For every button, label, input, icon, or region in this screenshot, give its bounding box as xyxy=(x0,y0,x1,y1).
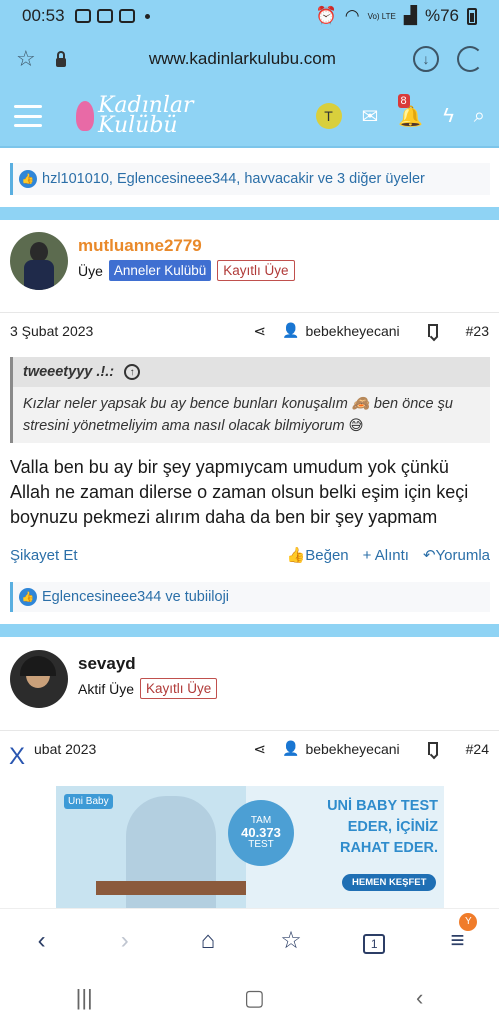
like-icon: 👍 xyxy=(19,170,37,188)
bookmark-icon[interactable] xyxy=(427,742,438,755)
logo-mark-icon xyxy=(76,101,94,131)
battery-icon xyxy=(467,7,477,25)
system-back-icon[interactable]: ‹ xyxy=(416,985,423,1011)
post-body: Valla ben bu ay bir şey yapmıycam umudum… xyxy=(10,457,469,527)
user-role: Aktif Üye xyxy=(78,680,135,697)
alarm-icon: ⏰ xyxy=(315,6,337,25)
browser-url-bar: ☆ www.kadinlarkulubu.com ↓ xyxy=(0,32,499,86)
ad-bench-image xyxy=(96,881,246,895)
avatar[interactable] xyxy=(10,232,68,290)
recent-apps-icon[interactable]: ||| xyxy=(76,985,93,1011)
tabs-button[interactable]: 1 xyxy=(354,927,394,955)
home-icon[interactable]: ⌂ xyxy=(188,927,228,955)
bolt-icon[interactable]: ϟ xyxy=(443,105,454,128)
search-icon[interactable]: ⌕ xyxy=(474,105,485,128)
arrow-up-icon[interactable]: ↑ xyxy=(124,364,141,380)
quote-button[interactable]: + Alıntı xyxy=(363,547,409,564)
lock-icon xyxy=(55,50,66,67)
like-button-icon[interactable]: 👍 xyxy=(287,546,306,564)
reactions-bar[interactable]: 👍 hzl101010, Eglencesineee344, havvacaki… xyxy=(10,163,490,195)
quote-author[interactable]: tweeetyyy .!.: xyxy=(23,364,114,380)
site-logo[interactable]: Kadınlar Kulübü xyxy=(76,95,194,138)
user-tag: Kayıtlı Üye xyxy=(217,260,295,281)
forward-icon[interactable]: › xyxy=(105,927,145,955)
dot-icon xyxy=(144,13,150,19)
reply-button[interactable]: Yorumla xyxy=(436,547,490,564)
bookmarks-icon[interactable]: ☆ xyxy=(271,926,311,955)
reactions-bar[interactable]: 👍 Eglencesineee344 ve tubiiloji xyxy=(10,582,490,612)
home-button-icon[interactable]: ▢ xyxy=(244,985,265,1011)
browser-bottom-nav: ‹ › ⌂ ☆ 1 ≡ Y xyxy=(0,908,499,972)
like-button[interactable]: Beğen xyxy=(305,547,348,564)
post-actions: Şikayet Et 👍 Beğen + Alıntı ↶ Yorumla xyxy=(10,544,490,566)
network-label: Vo) LTE xyxy=(367,11,396,21)
post-meta: ubat 2023 ⋖ 👤 bebekheyecani #24 xyxy=(0,730,499,766)
user-avatar[interactable]: T xyxy=(315,103,342,129)
app-icon xyxy=(118,9,135,23)
quote-text: Kızlar neler yapsak bu ay bence bunları … xyxy=(23,396,453,434)
gallery-icon xyxy=(74,9,91,23)
menu-icon[interactable] xyxy=(14,105,42,127)
user-icon: 👤 xyxy=(282,740,300,756)
share-icon[interactable]: ⋖ xyxy=(253,322,266,340)
status-time: 00:53 xyxy=(22,6,65,25)
system-nav-bar: ||| ▢ ‹ xyxy=(0,972,499,1024)
battery-text: %76 xyxy=(424,6,459,25)
report-button[interactable]: Şikayet Et xyxy=(10,547,273,564)
site-header: Kadınlar Kulübü T ✉ 8 🔔 ϟ ⌕ xyxy=(0,86,499,148)
quote-block: tweeetyyy .!.: ↑ Kızlar neler yapsak bu … xyxy=(10,357,490,443)
browser-menu-icon[interactable]: ≡ Y xyxy=(437,912,478,955)
author-ref[interactable]: bebekheyecani xyxy=(305,323,399,339)
post-meta: 3 Şubat 2023 ⋖ 👤 bebekheyecani #23 xyxy=(0,312,499,348)
url-text[interactable]: www.kadinlarkulubu.com xyxy=(90,49,395,69)
ad-cta-button[interactable]: HEMEN KEŞFET xyxy=(342,874,437,891)
post-separator xyxy=(0,207,499,220)
post-number[interactable]: #23 xyxy=(466,323,489,339)
bookmark-icon[interactable] xyxy=(427,324,438,337)
post-separator xyxy=(0,624,499,637)
alerts-badge: 8 xyxy=(397,94,410,108)
logo-line2: Kulübü xyxy=(98,113,178,138)
ad-close-button[interactable]: X xyxy=(0,740,34,774)
status-bar: 00:53 ⏰ ◠ Vo) LTE ▟ %76 xyxy=(0,0,499,32)
user-tag: Kayıtlı Üye xyxy=(140,678,218,699)
post-date[interactable]: ubat 2023 xyxy=(10,741,253,757)
reply-icon[interactable]: ↶ xyxy=(423,546,436,564)
share-icon[interactable]: ⋖ xyxy=(253,740,266,758)
signal-icon: ▟ xyxy=(403,6,417,25)
download-icon[interactable]: ↓ xyxy=(413,46,439,72)
user-role: Üye xyxy=(78,262,103,279)
advertisement-banner[interactable]: Uni Baby TAM 40.373 TEST UNİ BABY TEST E… xyxy=(56,786,444,908)
reload-icon[interactable] xyxy=(457,46,483,72)
bookmark-star-icon[interactable]: ☆ xyxy=(16,46,36,72)
author-ref[interactable]: bebekheyecani xyxy=(305,741,399,757)
mail-icon[interactable]: ✉ xyxy=(362,104,379,129)
reactions-text[interactable]: hzl101010, Eglencesineee344, havvacakir … xyxy=(42,171,425,187)
app-icon xyxy=(96,9,113,23)
like-icon: 👍 xyxy=(19,588,37,606)
menu-badge: Y xyxy=(459,912,478,931)
user-icon: 👤 xyxy=(282,322,300,338)
post-username[interactable]: mutluanne2779 xyxy=(78,236,202,256)
post-date[interactable]: 3 Şubat 2023 xyxy=(10,323,253,339)
post-number[interactable]: #24 xyxy=(466,741,489,757)
avatar[interactable] xyxy=(10,650,68,708)
user-tag: Anneler Kulübü xyxy=(108,260,212,281)
reactions-text[interactable]: Eglencesineee344 ve tubiiloji xyxy=(42,589,229,605)
wifi-icon: ◠ xyxy=(344,6,360,25)
ad-logo: Uni Baby xyxy=(64,794,113,809)
back-icon[interactable]: ‹ xyxy=(22,927,62,955)
ad-title: UNİ BABY TEST EDER, İÇİNİZ RAHAT EDER. xyxy=(327,798,438,856)
tab-count: 1 xyxy=(363,933,386,954)
post-username[interactable]: sevayd xyxy=(78,654,136,674)
ad-badge: TAM 40.373 TEST xyxy=(228,800,294,866)
